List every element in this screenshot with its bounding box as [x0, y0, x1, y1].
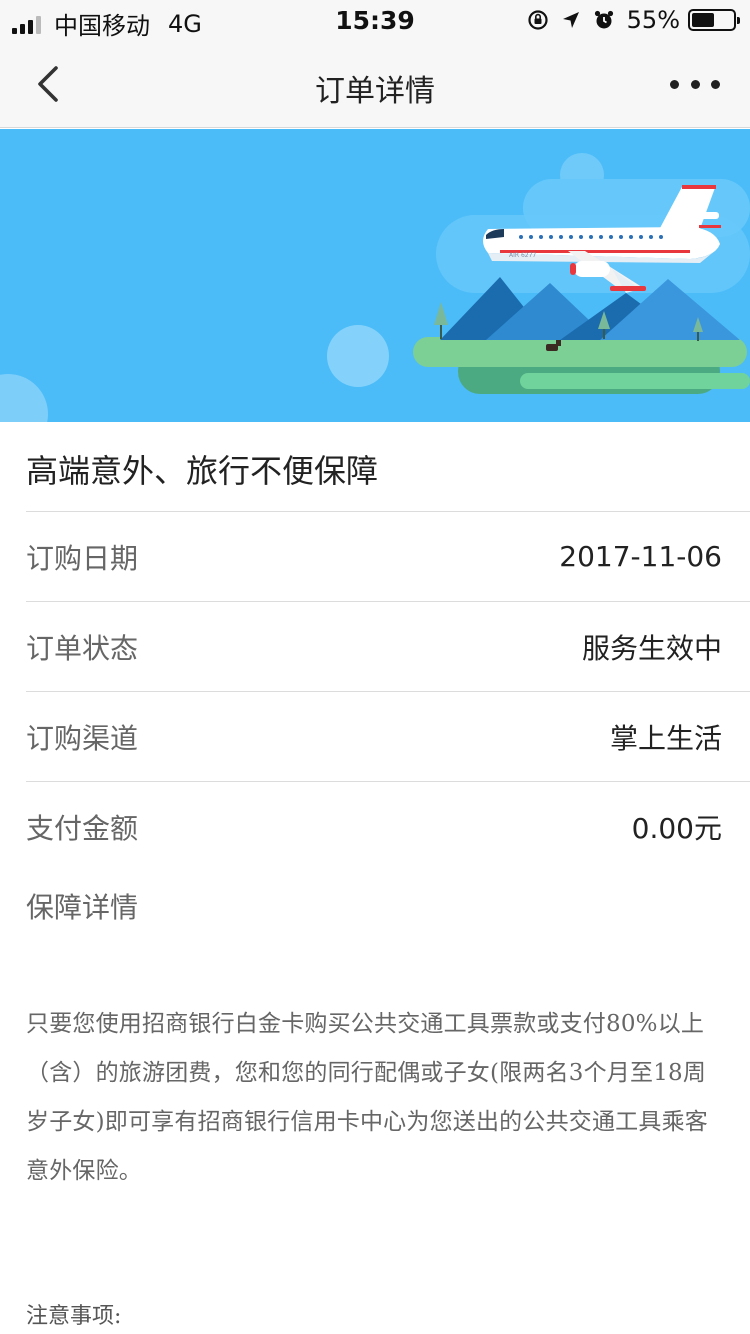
- payment-amount-label: 支付金额: [26, 812, 139, 845]
- svg-text:AIR 6277: AIR 6277: [509, 252, 536, 259]
- carrier-name: 中国移动: [54, 12, 150, 40]
- coverage-details-title: 保障详情: [26, 891, 139, 924]
- order-date-row: 订购日期 2017-11-06: [26, 512, 750, 602]
- battery-icon: [688, 9, 740, 31]
- more-dot-icon: [690, 79, 700, 89]
- payment-amount-value: 0.00元: [631, 812, 722, 845]
- order-status-row: 订单状态 服务生效中: [26, 602, 750, 692]
- order-channel-label: 订购渠道: [26, 721, 139, 755]
- coverage-description: 只要您使用招商银行白金卡购买公共交通工具票款或支付80%以上（含）的旅游团费，您…: [26, 1011, 708, 1184]
- more-dot-icon: [711, 79, 720, 89]
- battery-percent: 55%: [626, 6, 680, 34]
- airplane-illustration: AIR 6277: [0, 153, 750, 422]
- product-name: 高端意外、旅行不便保障: [26, 422, 750, 512]
- location-arrow-icon: [561, 10, 581, 30]
- alarm-clock-icon: [593, 9, 615, 31]
- more-options-button[interactable]: [670, 70, 720, 98]
- travel-banner: AIR 6277: [0, 129, 750, 422]
- order-date-label: 订购日期: [26, 541, 139, 575]
- page-title: 订单详情: [315, 74, 435, 109]
- chevron-left-icon: [38, 66, 58, 102]
- status-left: 中国移动 4G: [12, 6, 202, 41]
- back-button[interactable]: [30, 62, 70, 106]
- navigation-bar: 订单详情: [0, 40, 750, 128]
- orientation-lock-icon: [527, 9, 549, 31]
- order-status-value: 服务生效中: [581, 631, 722, 665]
- order-channel-value: 掌上生活: [609, 721, 722, 755]
- order-detail-content: 高端意外、旅行不便保障 订购日期 2017-11-06 订单状态 服务生效中 订…: [0, 422, 750, 1196]
- more-dot-icon: [670, 79, 679, 89]
- signal-strength-icon: [12, 14, 44, 34]
- order-channel-row: 订购渠道 掌上生活: [26, 692, 750, 782]
- order-date-value: 2017-11-06: [559, 540, 722, 573]
- status-bar: 中国移动 4G 15:39 55%: [0, 0, 750, 40]
- order-status-label: 订单状态: [26, 631, 139, 665]
- network-type: 4G: [168, 9, 202, 38]
- status-right: 55%: [527, 6, 740, 34]
- payment-amount-row: 支付金额 0.00元: [26, 782, 750, 872]
- notice-title: 注意事项:: [26, 1304, 122, 1329]
